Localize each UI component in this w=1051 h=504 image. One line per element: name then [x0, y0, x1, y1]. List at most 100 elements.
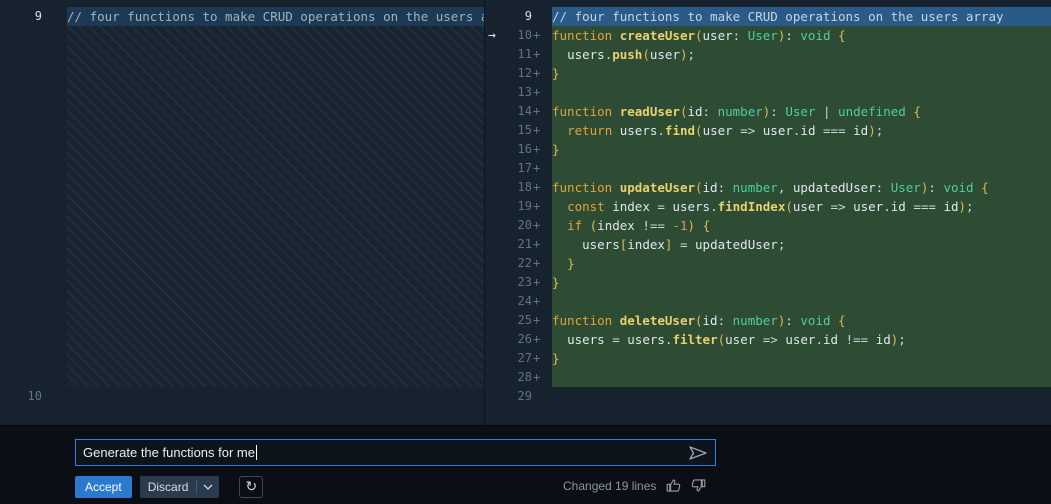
diff-line-10[interactable]: →10+function createUser(user: User): voi…	[485, 26, 1051, 45]
added-line-marker: +	[532, 159, 544, 178]
code-line[interactable]: }	[552, 64, 1051, 83]
diff-line-17[interactable]: 17+	[485, 159, 1051, 178]
diff-line-24[interactable]: 24+	[485, 292, 1051, 311]
code-line[interactable]: function deleteUser(id: number): void {	[552, 311, 1051, 330]
line-gutter: 29	[485, 387, 552, 406]
text-cursor	[256, 445, 257, 460]
code-line[interactable]: function createUser(user: User): void {	[552, 26, 1051, 45]
diff-line-25[interactable]: 25+function deleteUser(id: number): void…	[485, 311, 1051, 330]
diff-line-27[interactable]: 27+}	[485, 349, 1051, 368]
line-number: 15	[485, 121, 532, 140]
chat-input[interactable]: Generate the functions for me	[75, 439, 716, 466]
line-number: 9	[485, 7, 532, 26]
diff-editor-window: 9 // four functions to make CRUD operati…	[0, 0, 1051, 504]
line-number: 22	[485, 254, 532, 273]
diff-line-26[interactable]: 26+ users = users.filter(user => user.id…	[485, 330, 1051, 349]
left-comment-line[interactable]: // four functions to make CRUD operation…	[67, 7, 484, 26]
code-line[interactable]	[552, 387, 1051, 406]
line-number: 21	[485, 235, 532, 254]
code-line[interactable]: const index = users.findIndex(user => us…	[552, 197, 1051, 216]
diff-line-11[interactable]: 11+ users.push(user);	[485, 45, 1051, 64]
added-line-marker: +	[532, 102, 544, 121]
diff-line-21[interactable]: 21+ users[index] = updatedUser;	[485, 235, 1051, 254]
diff-line-left-10[interactable]: 10	[0, 387, 484, 406]
diff-line-20[interactable]: 20+ if (index !== -1) {	[485, 216, 1051, 235]
code-line[interactable]: }	[552, 254, 1051, 273]
line-number: 12	[485, 64, 532, 83]
diff-line-23[interactable]: 23+}	[485, 273, 1051, 292]
diff-line-22[interactable]: 22+ }	[485, 254, 1051, 273]
diff-line-15[interactable]: 15+ return users.find(user => user.id ==…	[485, 121, 1051, 140]
code-line[interactable]	[552, 83, 1051, 102]
added-line-marker: +	[532, 26, 544, 45]
line-number: 27	[485, 349, 532, 368]
code-line[interactable]: users[index] = updatedUser;	[552, 235, 1051, 254]
line-gutter: 27+	[485, 349, 552, 368]
line-number: 24	[485, 292, 532, 311]
discard-button[interactable]: Discard	[140, 480, 197, 494]
send-icon[interactable]	[688, 444, 708, 462]
line-number: 25	[485, 311, 532, 330]
code-line[interactable]: if (index !== -1) {	[552, 216, 1051, 235]
diff-line-18[interactable]: 18+function updateUser(id: number, updat…	[485, 178, 1051, 197]
code-line[interactable]: function readUser(id: number): User | un…	[552, 102, 1051, 121]
line-gutter: 11+	[485, 45, 552, 64]
code-line[interactable]: // four functions to make CRUD operation…	[552, 7, 1051, 26]
change-status: Changed 19 lines	[563, 478, 706, 494]
added-line-marker: +	[532, 330, 544, 349]
code-line[interactable]: function updateUser(id: number, updatedU…	[552, 178, 1051, 197]
line-gutter: →10+	[485, 26, 552, 45]
code-line[interactable]	[67, 387, 484, 406]
diff-line-19[interactable]: 19+ const index = users.findIndex(user =…	[485, 197, 1051, 216]
diff-line-29[interactable]: 29	[485, 387, 1051, 406]
diff-line-9[interactable]: 9 // four functions to make CRUD operatio…	[485, 7, 1051, 26]
line-gutter: 23+	[485, 273, 552, 292]
added-line-marker	[532, 387, 544, 406]
diff-line-13[interactable]: 13+	[485, 83, 1051, 102]
added-line-marker: +	[532, 178, 544, 197]
chevron-down-icon[interactable]	[197, 484, 219, 490]
added-line-marker: +	[532, 273, 544, 292]
diff-line-12[interactable]: 12+}	[485, 64, 1051, 83]
diff-line-28[interactable]: 28+	[485, 368, 1051, 387]
code-line[interactable]: return users.find(user => user.id === id…	[552, 121, 1051, 140]
diff-line-16[interactable]: 16+}	[485, 140, 1051, 159]
accept-button[interactable]: Accept	[75, 476, 132, 498]
code-line[interactable]	[552, 159, 1051, 178]
diff-editor: 9 // four functions to make CRUD operati…	[0, 0, 1051, 425]
current-change-arrow-icon: →	[488, 26, 496, 45]
thumbs-down-icon[interactable]	[690, 478, 706, 494]
diff-line-left-9[interactable]: 9 // four functions to make CRUD operati…	[0, 7, 484, 26]
code-line[interactable]	[552, 292, 1051, 311]
diff-line-14[interactable]: 14+function readUser(id: number): User |…	[485, 102, 1051, 121]
line-gutter: 15+	[485, 121, 552, 140]
refresh-icon[interactable]: ↻	[239, 476, 263, 498]
code-line[interactable]: users.push(user);	[552, 45, 1051, 64]
line-gutter: 19+	[485, 197, 552, 216]
line-number: 29	[485, 387, 532, 406]
added-line-marker: +	[532, 45, 544, 64]
added-line-marker: +	[532, 140, 544, 159]
code-line[interactable]: }	[552, 273, 1051, 292]
line-gutter: 16+	[485, 140, 552, 159]
line-gutter: 26+	[485, 330, 552, 349]
inline-chat-panel: Generate the functions for me Accept Dis…	[0, 425, 1051, 504]
added-line-marker: +	[532, 197, 544, 216]
thumbs-up-icon[interactable]	[665, 478, 681, 494]
line-number: 13	[485, 83, 532, 102]
deleted-region-hatch	[67, 26, 484, 387]
code-line[interactable]: }	[552, 349, 1051, 368]
added-line-marker: +	[532, 64, 544, 83]
code-line[interactable]: users = users.filter(user => user.id !==…	[552, 330, 1051, 349]
changed-lines-label: Changed 19 lines	[563, 479, 656, 493]
line-number: 17	[485, 159, 532, 178]
line-number: 26	[485, 330, 532, 349]
discard-split-button[interactable]: Discard	[140, 476, 220, 498]
added-line-marker: +	[532, 121, 544, 140]
code-line[interactable]	[552, 368, 1051, 387]
diff-pane-modified: 9 // four functions to make CRUD operatio…	[485, 0, 1051, 425]
line-gutter: 28+	[485, 368, 552, 387]
added-line-marker: +	[532, 292, 544, 311]
code-line[interactable]: }	[552, 140, 1051, 159]
added-line-marker	[532, 7, 544, 26]
